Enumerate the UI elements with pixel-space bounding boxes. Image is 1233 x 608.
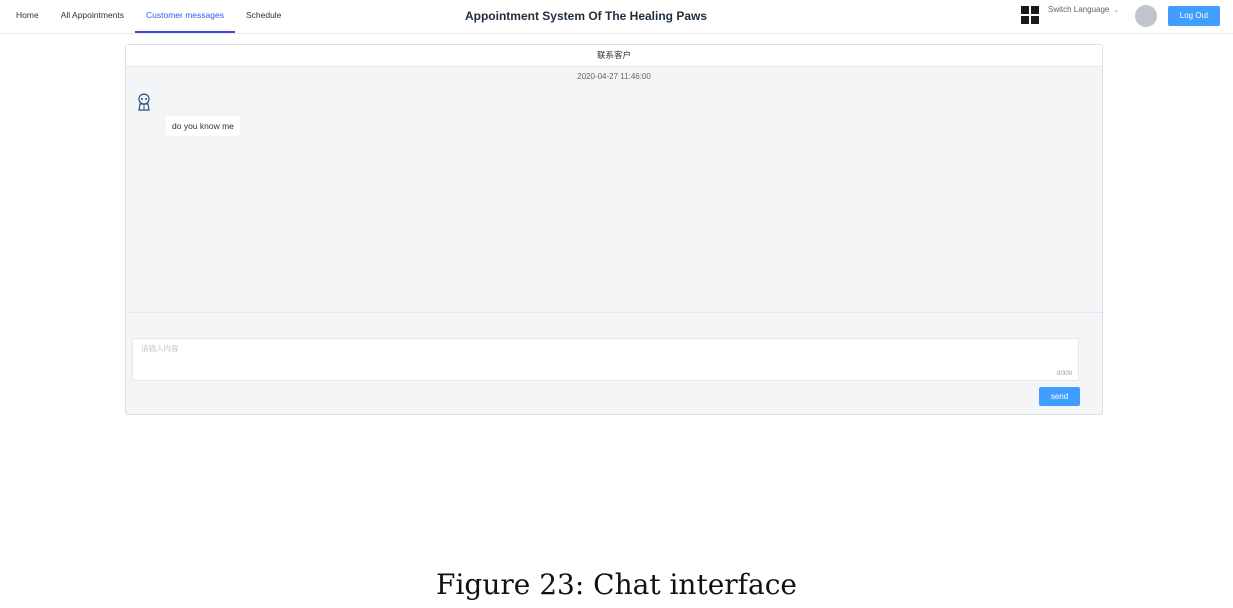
top-header: Home All Appointments Customer messages …	[0, 0, 1233, 34]
grid-icon[interactable]	[1021, 6, 1041, 26]
switch-language-label: Switch Language	[1048, 5, 1110, 14]
chat-message-bubble: do you know me	[166, 116, 240, 136]
nav-schedule[interactable]: Schedule	[235, 0, 292, 33]
message-input[interactable]	[133, 339, 1078, 380]
user-avatar[interactable]	[1135, 5, 1157, 27]
chat-title: 联系客户	[126, 45, 1102, 67]
message-timestamp: 2020-04-27 11:46:00	[577, 72, 651, 81]
robot-avatar-icon	[138, 93, 150, 111]
chat-panel: 联系客户 2020-04-27 11:46:00 do you know me …	[125, 44, 1103, 415]
switch-language-dropdown[interactable]: Switch Language ⌄	[1048, 5, 1119, 14]
nav-home[interactable]: Home	[0, 0, 50, 33]
chevron-down-icon: ⌄	[1113, 6, 1120, 14]
figure-caption: Figure 23: Chat interface	[436, 568, 797, 601]
main-nav: Home All Appointments Customer messages …	[0, 0, 292, 33]
logout-button[interactable]: Log Out	[1168, 6, 1220, 26]
message-input-box: 0/300	[132, 338, 1079, 381]
char-counter: 0/300	[1056, 371, 1072, 377]
nav-all-appointments[interactable]: All Appointments	[50, 0, 135, 33]
nav-customer-messages[interactable]: Customer messages	[135, 0, 235, 33]
message-list[interactable]: 2020-04-27 11:46:00 do you know me	[126, 67, 1102, 313]
send-button[interactable]: send	[1039, 387, 1080, 406]
chat-input-area: 0/300 send	[126, 313, 1102, 414]
app-title: Appointment System Of The Healing Paws	[464, 9, 708, 23]
